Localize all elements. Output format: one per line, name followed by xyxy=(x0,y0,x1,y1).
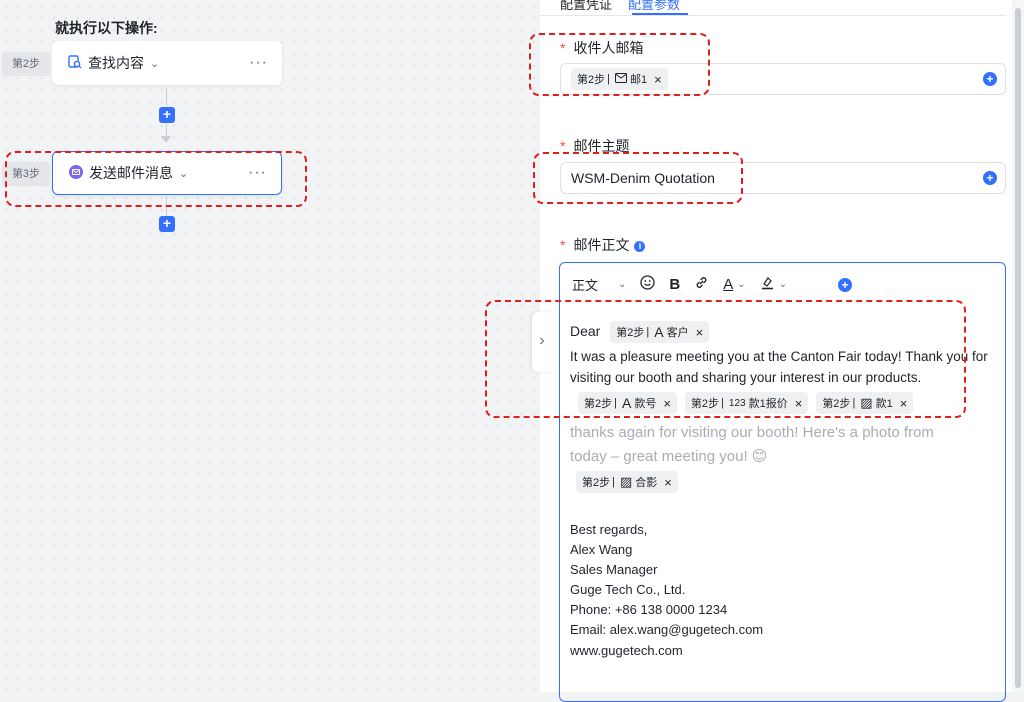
info-icon: i xyxy=(634,241,646,252)
add-step-button[interactable]: + xyxy=(159,107,175,123)
style-no-chip[interactable]: 第2步 | A 款号 × xyxy=(578,392,677,414)
connector-line xyxy=(166,124,167,136)
add-step-button[interactable]: + xyxy=(159,216,175,232)
step-2-card[interactable]: 查找内容 ⌄ ··· xyxy=(52,41,282,85)
signature-line: Sales Manager xyxy=(570,562,658,577)
step-2-label: 查找内容 xyxy=(88,55,144,71)
subject-field[interactable]: WSM-Denim Quotation xyxy=(560,162,1006,194)
recipient-label: * 收件人邮箱 xyxy=(560,40,644,56)
font-color-icon[interactable]: A xyxy=(723,276,733,293)
recipient-chip[interactable]: 第2步 | 邮1 × xyxy=(571,68,668,90)
arrow-down-icon xyxy=(161,136,171,143)
remove-chip-icon: × xyxy=(664,474,672,490)
signature-line: Best regards, xyxy=(570,522,648,537)
highlight-color-icon[interactable] xyxy=(760,275,775,293)
more-options-icon[interactable]: ··· xyxy=(248,164,267,182)
tab-parameters[interactable]: 配置参数 xyxy=(628,0,680,13)
chevron-down-icon[interactable]: ⌄ xyxy=(150,57,159,70)
mail-outline-icon xyxy=(614,72,627,86)
step-3-card[interactable]: 发送邮件消息 ⌄ ··· xyxy=(52,151,282,195)
style-image-chip[interactable]: 第2步 | ▨ 款1 × xyxy=(816,392,914,414)
remove-chip-icon: × xyxy=(663,395,671,411)
workflow-canvas xyxy=(0,0,540,692)
add-variable-button[interactable]: + xyxy=(983,171,997,185)
mail-icon xyxy=(69,164,83,182)
emoji-icon[interactable] xyxy=(640,275,656,293)
signature-line: Email: alex.wang@gugetech.com xyxy=(570,622,764,637)
body-line-2: visiting our booth and sharing your inte… xyxy=(570,370,922,385)
customer-chip[interactable]: 第2步 | A 客户 × xyxy=(610,321,710,343)
insert-variable-button[interactable]: + xyxy=(838,278,852,292)
subject-label: * 邮件主题 xyxy=(560,138,630,154)
body-greeting-line: Dear 第2步 | A 客户 × xyxy=(570,321,710,343)
remove-chip-icon[interactable]: × xyxy=(696,325,704,340)
chevron-down-icon[interactable]: ⌄ xyxy=(618,279,626,290)
signature-line: Guge Tech Co., Ltd. xyxy=(570,582,686,597)
bold-icon[interactable]: B xyxy=(669,276,680,293)
style-price-chip[interactable]: 第2步 | 123 款1报价 × xyxy=(684,392,809,414)
remove-chip-icon[interactable]: × xyxy=(654,72,662,87)
search-doc-icon xyxy=(68,54,82,72)
remove-chip-icon: × xyxy=(794,395,803,411)
subject-value: WSM-Denim Quotation xyxy=(571,170,715,186)
link-icon[interactable] xyxy=(694,275,709,293)
workflow-heading: 就执行以下操作: xyxy=(55,20,158,36)
connector-line xyxy=(166,196,167,216)
photo-chip[interactable]: 第2步 | ▨ 合影 × xyxy=(576,471,678,493)
more-options-icon[interactable]: ··· xyxy=(249,54,268,72)
collapse-panel-toggle[interactable]: › xyxy=(532,312,552,372)
body-chips-row: 第2步 | A 款号 × 第2步 | 123 款1报价 × 第2步 | ▨ 款1 × xyxy=(578,392,914,414)
add-variable-button[interactable]: + xyxy=(983,72,997,86)
signature-line: www.gugetech.com xyxy=(570,643,683,658)
signature-line: Phone: +86 138 0000 1234 xyxy=(570,602,728,617)
body-label: * 邮件正文 i xyxy=(560,235,646,255)
chevron-down-icon[interactable]: ⌄ xyxy=(179,167,188,180)
body-photo-line: 第2步 | ▨ 合影 × xyxy=(576,471,678,493)
remove-chip-icon: × xyxy=(899,395,908,411)
chevron-down-icon[interactable]: ⌄ xyxy=(779,279,787,290)
body-placeholder-2: today – great meeting you! 😊 xyxy=(570,448,768,465)
step-3-label: 发送邮件消息 xyxy=(89,165,173,181)
step-3-tag: 第3步 xyxy=(2,162,50,186)
signature-line: Alex Wang xyxy=(570,542,633,557)
active-tab-indicator xyxy=(632,13,688,15)
editor-toolbar: 正文 ⌄ B A ⌄ ⌄ xyxy=(572,273,801,295)
recipient-field[interactable]: 第2步 | 邮1 × xyxy=(560,63,1006,95)
connector-line xyxy=(166,88,167,106)
tab-credentials[interactable]: 配置凭证 xyxy=(560,0,612,13)
tabs-divider xyxy=(540,15,1006,16)
step-2-tag: 第2步 xyxy=(2,52,50,76)
text-style-select[interactable]: 正文 xyxy=(572,275,598,294)
scrollbar-thumb[interactable] xyxy=(1015,8,1021,688)
panel-tabs: 配置凭证 配置参数 xyxy=(560,0,680,13)
body-line-1: It was a pleasure meeting you at the Can… xyxy=(570,349,988,364)
chevron-down-icon[interactable]: ⌄ xyxy=(737,279,745,290)
body-placeholder-1: thanks again for visiting our booth! Her… xyxy=(570,424,934,441)
